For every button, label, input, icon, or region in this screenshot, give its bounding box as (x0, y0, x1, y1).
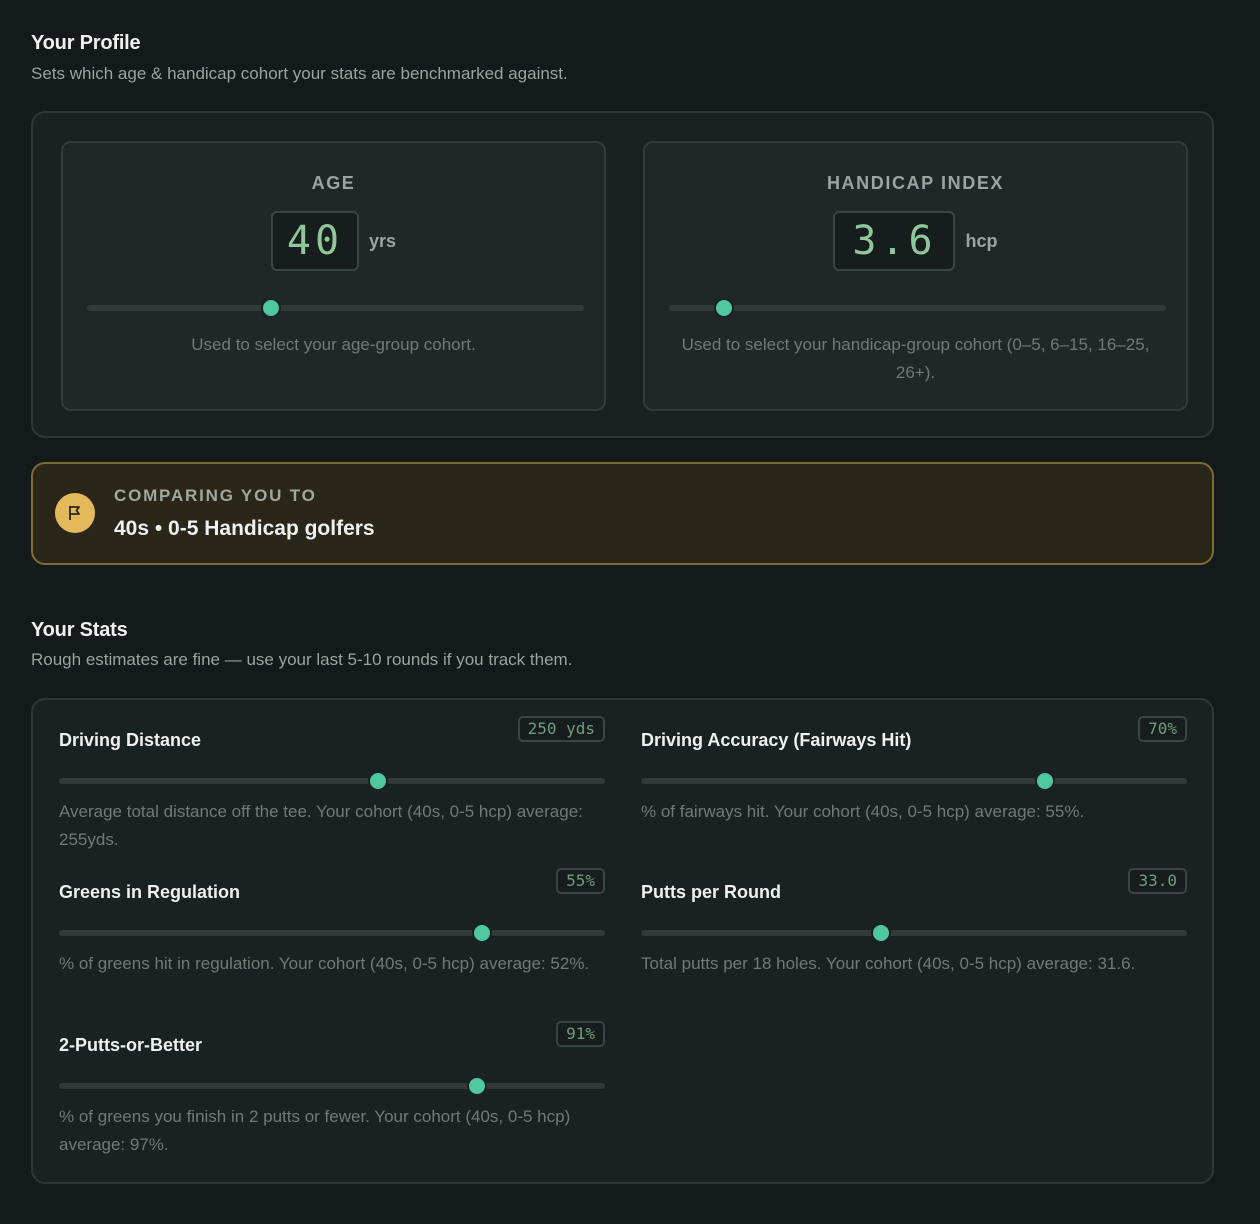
handicap-card: HANDICAP INDEX 3.6 hcp Used to select yo… (643, 141, 1188, 411)
driving-accuracy-slider[interactable] (641, 771, 1187, 791)
stat-help: % of fairways hit. Your cohort (40s, 0-5… (641, 802, 1085, 821)
stat-value: 250 yds (517, 716, 605, 742)
slider-thumb[interactable] (472, 923, 493, 943)
age-label: AGE (311, 173, 356, 193)
slider-thumb[interactable] (368, 771, 389, 791)
stat-help: Average total distance off the tee. Your… (59, 802, 583, 849)
handicap-slider[interactable] (669, 298, 1166, 318)
slider-thumb[interactable] (466, 1076, 487, 1096)
stat-value: 55% (556, 868, 605, 894)
putts-per-round-slider[interactable] (641, 923, 1187, 943)
stat-help: % of greens you finish in 2 putts or few… (59, 1107, 571, 1154)
age-unit: yrs (368, 230, 397, 251)
slider-thumb[interactable] (1035, 771, 1056, 791)
stat-name: 2-Putts-or-Better (59, 1035, 203, 1055)
flag-icon (55, 493, 95, 533)
stat-value: 70% (1138, 716, 1187, 742)
slider-thumb[interactable] (871, 923, 892, 943)
age-slider[interactable] (87, 298, 584, 318)
cohort-label: COMPARING YOU TO (114, 486, 317, 505)
age-card: AGE 40 yrs Used to select your age-group… (61, 141, 606, 411)
profile-subtitle: Sets which age & handicap cohort your st… (31, 64, 568, 83)
handicap-label: HANDICAP INDEX (826, 173, 1005, 193)
stats-subtitle: Rough estimates are fine — use your last… (31, 650, 573, 669)
stat-value: 91% (556, 1021, 605, 1047)
profile-panel: AGE 40 yrs Used to select your age-group… (31, 111, 1214, 438)
cohort-value: 40s • 0-5 Handicap golfers (114, 517, 375, 540)
greens-in-regulation-slider[interactable] (59, 923, 605, 943)
stats-panel: Driving Distance 250 yds Average total d… (31, 698, 1214, 1184)
stats-title: Your Stats (31, 619, 128, 641)
handicap-display: 3.6 (833, 211, 956, 271)
stat-name: Putts per Round (641, 882, 781, 902)
age-slider-thumb[interactable] (260, 298, 281, 318)
handicap-unit: hcp (965, 230, 998, 251)
handicap-help: Used to select your handicap-group cohor… (681, 335, 1150, 382)
stat-name: Driving Distance (59, 730, 202, 750)
stat-name: Greens in Regulation (59, 882, 241, 902)
age-help: Used to select your age-group cohort. (191, 335, 476, 354)
stat-name: Driving Accuracy (Fairways Hit) (641, 730, 912, 750)
profile-title: Your Profile (31, 32, 141, 54)
two-putts-slider[interactable] (59, 1076, 605, 1096)
cohort-banner: COMPARING YOU TO 40s • 0-5 Handicap golf… (31, 462, 1214, 565)
stat-value: 33.0 (1128, 868, 1187, 894)
driving-distance-slider[interactable] (59, 771, 605, 791)
stat-help: % of greens hit in regulation. Your coho… (59, 954, 590, 973)
handicap-slider-thumb[interactable] (713, 298, 734, 318)
age-display: 40 (270, 211, 359, 271)
stat-help: Total putts per 18 holes. Your cohort (4… (641, 954, 1136, 973)
